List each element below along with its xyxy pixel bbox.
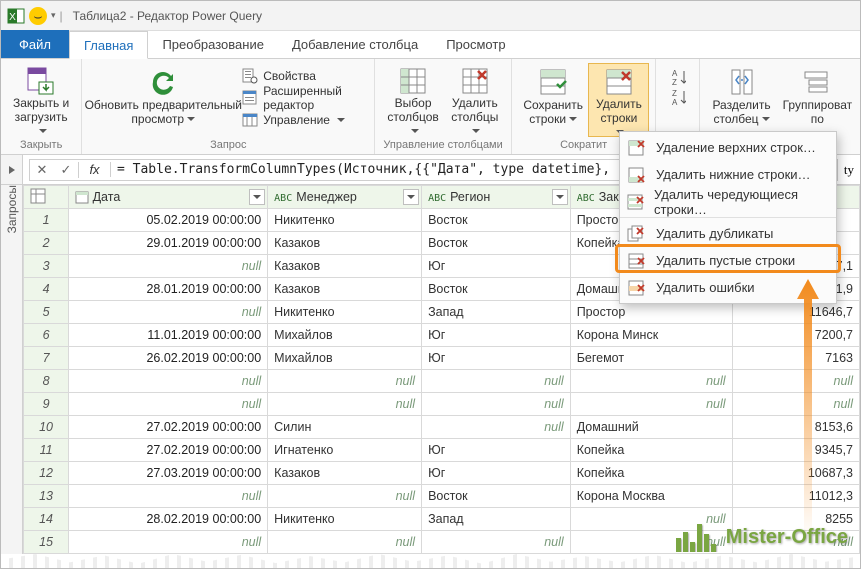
remove-duplicates-item[interactable]: Удалить дубликаты [620,220,836,247]
remove-bottom-rows-item[interactable]: Удалить нижние строки… [620,161,836,188]
remove-bottom-icon [626,165,646,185]
col-filter-icon[interactable] [552,189,568,205]
remove-top-icon [626,138,646,158]
queries-pane-toggle[interactable] [1,155,23,184]
select-all-header[interactable] [24,186,69,209]
svg-text:Z: Z [672,89,677,98]
watermark: Mister-Office [676,522,848,552]
manage-button[interactable]: Управление [238,109,368,131]
close-load-button[interactable]: Закрыть и загрузить [7,63,75,137]
torn-edge [1,554,860,568]
col-region-header[interactable]: ABCРегион [422,186,571,209]
svg-text:X: X [9,12,16,23]
table-row[interactable]: 13nullnullВостокКорона Москва11012,3 [24,485,860,508]
file-tab[interactable]: Файл [1,30,69,58]
transform-tab[interactable]: Преобразование [148,30,278,58]
keep-rows-button[interactable]: Сохранить строки [518,63,589,137]
choose-columns-button[interactable]: Выбор столбцов [381,63,444,137]
qat-dropdown-icon[interactable]: ▾ [51,10,56,21]
col-filter-icon[interactable] [403,189,419,205]
split-column-button[interactable]: Разделить столбец [706,63,776,137]
formula-overflow: ty [844,162,860,178]
table-row[interactable]: 8nullnullnullnullnull [24,370,860,393]
home-tab[interactable]: Главная [69,31,148,59]
table-row[interactable]: 1227.03.2019 00:00:00КазаковЮгКопейка106… [24,462,860,485]
separator: | [60,9,63,23]
editor-icon [242,90,258,106]
svg-text:A: A [672,69,678,78]
remove-blank-rows-item[interactable]: Удалить пустые строки [620,247,836,274]
sort-desc-icon[interactable]: ZA [670,89,686,105]
refresh-preview-button[interactable]: Обновить предварительный просмотр [88,63,238,137]
remove-errors-icon [626,278,646,298]
remove-alt-icon [626,192,644,212]
remove-top-rows-item[interactable]: Удаление верхних строк… [620,134,836,161]
table-row[interactable]: 611.01.2019 00:00:00МихайловЮгКорона Мин… [24,324,860,347]
table-row[interactable]: 1027.02.2019 00:00:00СилинnullДомашний81… [24,416,860,439]
table-row[interactable]: 9nullnullnullnullnull [24,393,860,416]
table-row[interactable]: 1127.02.2019 00:00:00ИгнатенкоЮгКопейка9… [24,439,860,462]
addcolumn-tab[interactable]: Добавление столбца [278,30,432,58]
col-filter-icon[interactable] [249,189,265,205]
remove-alternate-rows-item[interactable]: Удалить чередующиеся строки… [620,188,836,215]
remove-rows-menu: Удаление верхних строк… Удалить нижние с… [619,131,837,304]
col-manager-header[interactable]: ABCМенеджер [268,186,422,209]
svg-text:Z: Z [672,78,677,87]
window-title: Таблица2 - Редактор Power Query [73,9,262,23]
ribbon-tabs: Файл Главная Преобразование Добавление с… [1,31,860,59]
remove-blank-icon [626,251,646,271]
manage-icon [242,112,258,128]
col-date-header[interactable]: Дата [69,186,268,209]
table-row[interactable]: 726.02.2019 00:00:00МихайловЮгБегемот716… [24,347,860,370]
remove-errors-item[interactable]: Удалить ошибки [620,274,836,301]
fx-label: fx [79,162,111,177]
smile-icon[interactable] [29,7,47,25]
formula-accept-icon[interactable]: ✓ [54,162,78,178]
sort-asc-icon[interactable]: AZ [670,69,686,85]
svg-text:A: A [672,98,678,107]
manage-cols-group-label: Управление столбцами [381,138,504,152]
view-tab[interactable]: Просмотр [432,30,519,58]
properties-icon [242,68,258,84]
remove-dupes-icon [626,224,646,244]
close-group-label: Закрыть [7,138,75,152]
title-bar: X ▾ | Таблица2 - Редактор Power Query [1,1,860,31]
queries-pane[interactable]: Запросы [1,185,23,568]
group-by-button[interactable]: Группироват по [777,63,859,137]
remove-columns-button[interactable]: Удалить столбцы [445,63,505,137]
query-group-label: Запрос [88,138,368,152]
advanced-editor-button[interactable]: Расширенный редактор [238,87,368,109]
remove-rows-button[interactable]: Удалить строки [588,63,649,137]
formula-cancel-icon[interactable]: ✕ [30,162,54,178]
excel-icon: X [7,7,25,25]
